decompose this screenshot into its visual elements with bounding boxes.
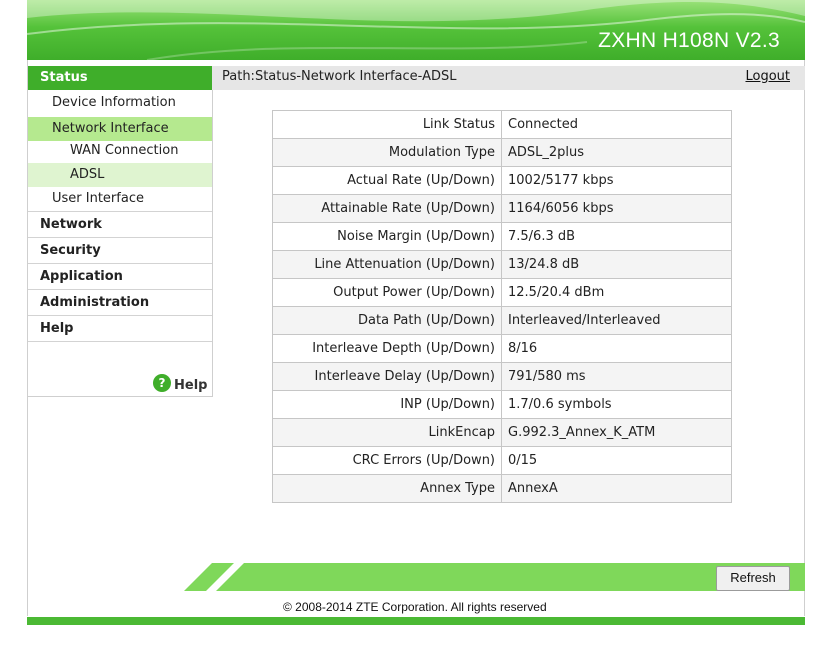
help-link[interactable]: ? Help bbox=[153, 372, 207, 393]
table-row: INP (Up/Down) 1.7/0.6 symbols bbox=[272, 390, 732, 419]
sidebar-item-label: Network Interface bbox=[52, 121, 169, 136]
sidebar-item-label: ADSL bbox=[70, 167, 105, 182]
field-value: Connected bbox=[501, 110, 732, 139]
table-row: Data Path (Up/Down) Interleaved/Interleav… bbox=[272, 306, 732, 335]
table-row: Output Power (Up/Down) 12.5/20.4 dBm bbox=[272, 278, 732, 307]
sidebar-item-network[interactable]: Network bbox=[28, 211, 212, 237]
table-row: Modulation Type ADSL_2plus bbox=[272, 138, 732, 167]
table-row: Annex Type AnnexA bbox=[272, 474, 732, 503]
field-value: Interleaved/Interleaved bbox=[501, 306, 732, 335]
field-label: LinkEncap bbox=[272, 418, 502, 447]
field-label: Modulation Type bbox=[272, 138, 502, 167]
adsl-status-table: Link Status Connected Modulation Type ADSL_… bbox=[272, 110, 732, 503]
field-label: Data Path (Up/Down) bbox=[272, 306, 502, 335]
sidebar-item-label: WAN Connection bbox=[70, 143, 179, 158]
sidebar-item-label: User Interface bbox=[52, 191, 144, 206]
field-value: 1.7/0.6 symbols bbox=[501, 390, 732, 419]
table-row: Link Status Connected bbox=[272, 110, 732, 139]
field-value: AnnexA bbox=[501, 474, 732, 503]
help-link-label: Help bbox=[174, 378, 208, 393]
sidebar-item-status[interactable]: Status bbox=[28, 66, 212, 90]
breadcrumb: Path:Status-Network Interface-ADSL bbox=[222, 69, 457, 84]
copyright-text: © 2008-2014 ZTE Corporation. All rights … bbox=[283, 600, 547, 614]
sidebar-item-adsl[interactable]: ADSL bbox=[28, 163, 212, 187]
table-row: Line Attenuation (Up/Down) 13/24.8 dB bbox=[272, 250, 732, 279]
sidebar-item-device-information[interactable]: Device Information bbox=[28, 91, 212, 115]
field-value: 12.5/20.4 dBm bbox=[501, 278, 732, 307]
sidebar-item-label: Device Information bbox=[52, 95, 176, 110]
field-label: Output Power (Up/Down) bbox=[272, 278, 502, 307]
field-label: Attainable Rate (Up/Down) bbox=[272, 194, 502, 223]
field-value: 1002/5177 kbps bbox=[501, 166, 732, 195]
logout-link[interactable]: Logout bbox=[745, 66, 790, 88]
field-label: Annex Type bbox=[272, 474, 502, 503]
breadcrumb-bar: Path:Status-Network Interface-ADSL Logou… bbox=[212, 66, 805, 90]
field-value: 13/24.8 dB bbox=[501, 250, 732, 279]
field-value: 8/16 bbox=[501, 334, 732, 363]
sidebar-item-security[interactable]: Security bbox=[28, 237, 212, 263]
table-row: Interleave Depth (Up/Down) 8/16 bbox=[272, 334, 732, 363]
footer-bar-decoration bbox=[184, 563, 805, 591]
table-row: Noise Margin (Up/Down) 7.5/6.3 dB bbox=[272, 222, 732, 251]
field-value: G.992.3_Annex_K_ATM bbox=[501, 418, 732, 447]
refresh-button[interactable]: Refresh bbox=[716, 566, 790, 591]
table-row: Interleave Delay (Up/Down) 791/580 ms bbox=[272, 362, 732, 391]
sidebar-item-network-interface[interactable]: Network Interface bbox=[28, 117, 212, 141]
table-row: CRC Errors (Up/Down) 0/15 bbox=[272, 446, 732, 475]
sidebar-item-administration[interactable]: Administration bbox=[28, 289, 212, 315]
field-label: Interleave Delay (Up/Down) bbox=[272, 362, 502, 391]
field-label: Interleave Depth (Up/Down) bbox=[272, 334, 502, 363]
sidebar-item-wan-connection[interactable]: WAN Connection bbox=[28, 139, 212, 163]
help-icon: ? bbox=[153, 373, 171, 392]
field-label: Actual Rate (Up/Down) bbox=[272, 166, 502, 195]
table-row: Actual Rate (Up/Down) 1002/5177 kbps bbox=[272, 166, 732, 195]
sidebar-item-user-interface[interactable]: User Interface bbox=[28, 187, 212, 211]
table-row: LinkEncap G.992.3_Annex_K_ATM bbox=[272, 418, 732, 447]
field-label: INP (Up/Down) bbox=[272, 390, 502, 419]
bottom-bar bbox=[27, 617, 805, 625]
field-label: CRC Errors (Up/Down) bbox=[272, 446, 502, 475]
header-banner: ZXHN H108N V2.3 bbox=[27, 0, 805, 60]
field-value: 7.5/6.3 dB bbox=[501, 222, 732, 251]
router-web-ui: ZXHN H108N V2.3 Status Device Informatio… bbox=[27, 0, 805, 625]
footer-bar: Refresh bbox=[184, 563, 805, 591]
sidebar-item-application[interactable]: Application bbox=[28, 263, 212, 289]
field-value: 0/15 bbox=[501, 446, 732, 475]
field-label: Noise Margin (Up/Down) bbox=[272, 222, 502, 251]
sidebar: Status Device Information Network Interf… bbox=[27, 66, 213, 397]
field-label: Line Attenuation (Up/Down) bbox=[272, 250, 502, 279]
table-row: Attainable Rate (Up/Down) 1164/6056 kbps bbox=[272, 194, 732, 223]
sidebar-item-help[interactable]: Help bbox=[28, 315, 212, 342]
field-value: 1164/6056 kbps bbox=[501, 194, 732, 223]
field-label: Link Status bbox=[272, 110, 502, 139]
field-value: 791/580 ms bbox=[501, 362, 732, 391]
field-value: ADSL_2plus bbox=[501, 138, 732, 167]
model-name: ZXHN H108N V2.3 bbox=[598, 29, 780, 52]
